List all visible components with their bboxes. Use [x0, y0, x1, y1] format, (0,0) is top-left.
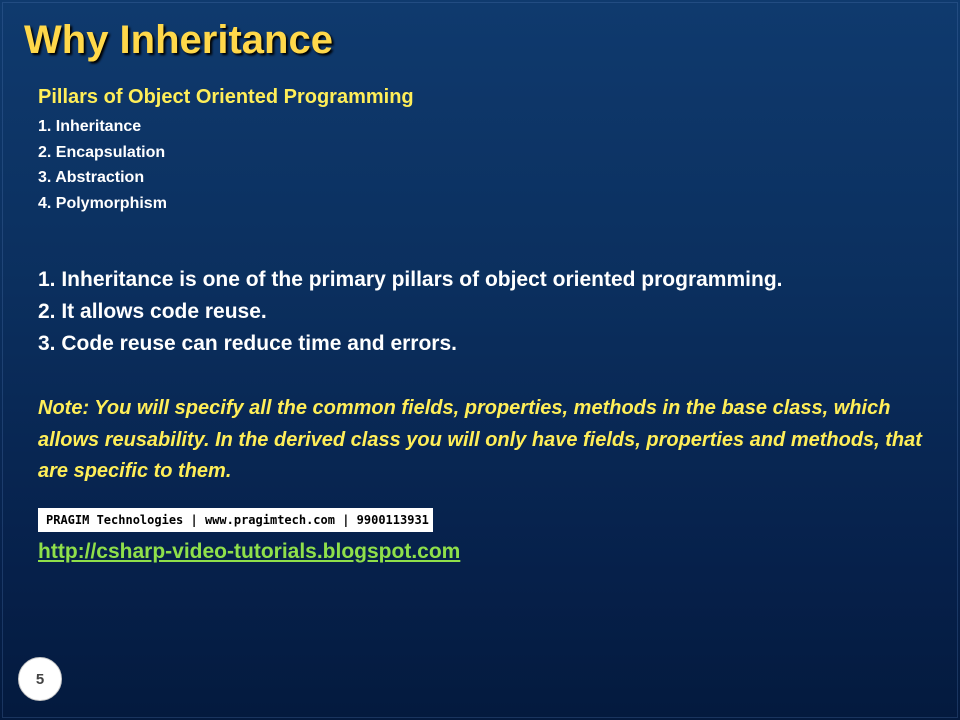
note-text: Note: You will specify all the common fi… [38, 397, 922, 482]
tutorial-link[interactable]: http://csharp-video-tutorials.blogspot.c… [38, 540, 938, 564]
pillars-list: 1. Inheritance 2. Encapsulation 3. Abstr… [38, 114, 938, 216]
slide-title: Why Inheritance [24, 18, 333, 62]
main-point: 3. Code reuse can reduce time and errors… [38, 332, 457, 355]
pillar-item: 1. Inheritance [38, 118, 142, 135]
company-info-box: PRAGIM Technologies | www.pragimtech.com… [38, 507, 433, 532]
slide-content: Pillars of Object Oriented Programming 1… [38, 84, 938, 564]
pillars-heading: Pillars of Object Oriented Programming [38, 86, 414, 108]
pillar-item: 2. Encapsulation [38, 143, 166, 161]
pillar-item: 3. Abstraction [38, 169, 145, 186]
main-points-list: 1. Inheritance is one of the primary pil… [38, 264, 938, 360]
pillar-item: 4. Polymorphism [38, 194, 167, 212]
main-point: 1. Inheritance is one of the primary pil… [38, 268, 783, 291]
main-point: 2. It allows code reuse. [38, 300, 267, 323]
page-number-badge: 5 [18, 657, 62, 701]
